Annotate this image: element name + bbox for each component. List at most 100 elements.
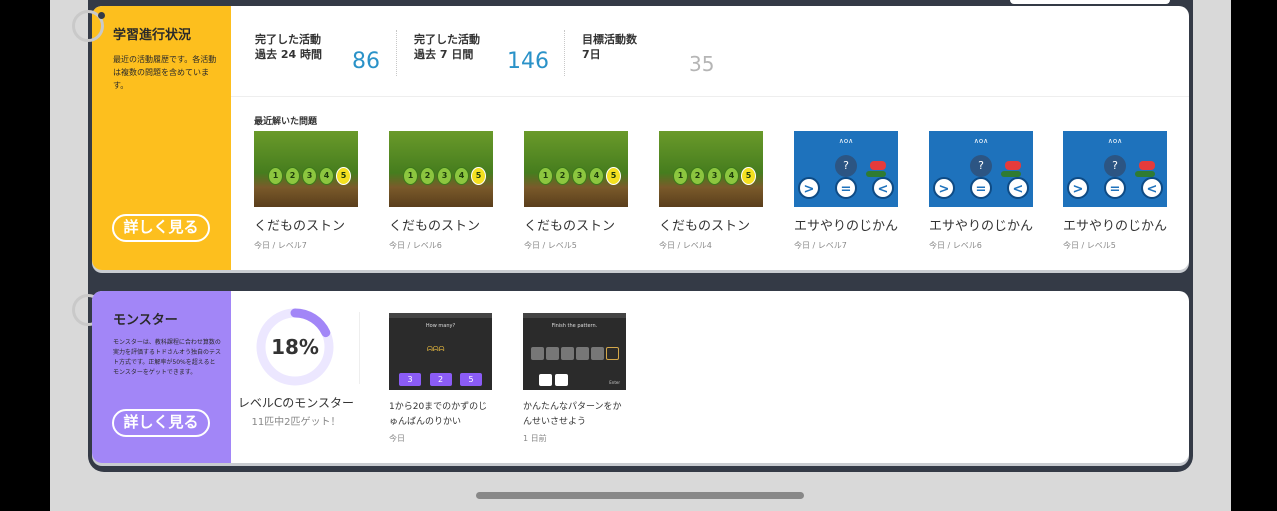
stat-value: 86 [352,49,380,74]
stone-icon: 4 [589,167,604,185]
activity-thumbnail: ∧o∧ ? > = < [929,131,1033,207]
seal-icon: ∧o∧ [838,137,854,145]
progress-more-button[interactable]: 詳しく見る [112,214,210,242]
stat-divider [564,30,565,76]
stone-icon: 3 [707,167,722,185]
progress-title: 学習進行状況 [113,28,192,43]
shape-options-icon [539,374,568,386]
monster-item-date: 1 日前 [523,434,547,443]
monster-progress-percent: 18% [271,335,319,359]
question-bubble: ? [835,155,857,177]
question-bubble: ? [970,155,992,177]
progress-description: 最近の活動履歴です。各活動は複数の問題を含めています。 [113,55,217,90]
recent-item[interactable]: 1 2 3 4 5 くだものストン 今日 / レベル4 [659,131,763,251]
stone-icon: 2 [285,167,300,185]
top-indicator [1010,0,1170,4]
recent-item[interactable]: ∧o∧ ? > = < エサやりのじかん 今日 / レベル5 [1063,131,1167,251]
recent-problems-label: 最近解いた問題 [254,117,318,127]
activity-meta: 今日 / レベル7 [254,241,307,250]
stat-label-line1: 完了した活動 [255,33,321,46]
activity-meta: 今日 / レベル4 [659,241,712,250]
stat-label-line1: 目標活動数 [582,33,637,46]
recent-item[interactable]: 1 2 3 4 5 くだものストン 今日 / レベル5 [524,131,628,251]
less-than-icon: < [1007,177,1029,199]
stone-icon: 1 [673,167,688,185]
stat-label-line2: 過去 7 日間 [414,48,474,61]
monster-item-title: 1から20までのかずのじゅんばんのりかい [389,402,488,427]
stone-icon: 4 [319,167,334,185]
activity-meta: 今日 / レベル6 [389,241,442,250]
stat-label-line2: 過去 24 時間 [255,48,322,61]
stone-icon: 5 [336,167,351,185]
monster-item[interactable]: How many? ᗣᗣᗣ 3 2 5 1から20までのかずのじゅんばんのりかい… [389,313,492,444]
stone-icon: 4 [454,167,469,185]
monster-item[interactable]: Finish the pattern. Enter かんたんなパターンをかんせい… [523,313,626,444]
seal-icon: ∧o∧ [1107,137,1123,145]
stone-icon: 2 [420,167,435,185]
greater-than-icon: > [798,177,820,199]
equals-icon: = [970,177,992,199]
stone-icon: 1 [268,167,283,185]
recent-item[interactable]: 1 2 3 4 5 くだものストン 今日 / レベル6 [389,131,493,251]
monster-thumbnail: Finish the pattern. Enter [523,313,626,390]
activity-name: エサやりのじかん [1063,219,1168,234]
monster-level-count: 11匹中2匹ゲット！ [251,417,341,428]
stone-icon: 2 [690,167,705,185]
activity-thumbnail: ∧o∧ ? > = < [794,131,898,207]
progress-sidebar: 学習進行状況 最近の活動履歴です。各活動は複数の問題を含めています。 詳しく見る [92,6,231,270]
monster-item-date: 今日 [389,434,405,443]
less-than-icon: < [872,177,894,199]
recent-item[interactable]: 1 2 3 4 5 くだものストン 今日 / レベル7 [254,131,358,251]
activity-meta: 今日 / レベル6 [929,241,982,250]
left-letterbox [0,0,50,511]
activity-thumbnail: 1 2 3 4 5 [659,131,763,207]
monster-thumbnail: How many? ᗣᗣᗣ 3 2 5 [389,313,492,390]
right-letterbox [1231,0,1277,511]
seal-icon: ∧o∧ [973,137,989,145]
monster-more-button[interactable]: 詳しく見る [112,409,210,437]
stat-value: 146 [507,49,549,74]
activity-thumbnail: 1 2 3 4 5 [389,131,493,207]
equals-icon: = [1104,177,1126,199]
activity-name: くだものストン [254,219,346,234]
fish-icon [1005,161,1021,170]
stone-icon: 3 [302,167,317,185]
monster-level-name: レベルCのモンスター [237,396,355,410]
stone-icon: 5 [606,167,621,185]
fish-icon [1139,161,1155,170]
home-indicator[interactable] [476,492,804,499]
answer-option: 3 [399,373,421,386]
question-bubble: ? [1104,155,1126,177]
monster-divider [359,312,360,384]
activity-meta: 今日 / レベル5 [524,241,577,250]
activity-thumbnail: ∧o∧ ? > = < [1063,131,1167,207]
answer-option: 5 [460,373,482,386]
stat-value: 35 [689,52,715,76]
monster-sidebar: モンスター モンスターは、教科課程に合わせ算数の実力を評価するトドさんオう独自の… [92,291,231,463]
stone-icon: 2 [555,167,570,185]
monster-item-title: かんたんなパターンをかんせいさせよう [523,402,622,427]
stone-icon: 4 [724,167,739,185]
screen-prompt: Finish the pattern. [551,323,598,329]
enter-key: Enter [609,380,620,385]
stat-divider [396,30,397,76]
activity-meta: 今日 / レベル7 [794,241,847,250]
activity-name: くだものストン [659,219,751,234]
monster-description: モンスターは、教科課程に合わせ算数の実力を評価するトドさんオう独自のテスト方式で… [113,339,222,376]
activity-name: エサやりのじかん [929,219,1034,234]
stone-icon: 3 [437,167,452,185]
stone-icon: 1 [403,167,418,185]
activity-name: エサやりのじかん [794,219,899,234]
equals-icon: = [835,177,857,199]
activity-thumbnail: 1 2 3 4 5 [524,131,628,207]
activity-meta: 今日 / レベル5 [1063,241,1116,250]
stat-label-line1: 完了した活動 [414,33,480,46]
section-divider [231,96,1189,97]
activity-name: くだものストン [389,219,481,234]
activity-thumbnail: 1 2 3 4 5 [254,131,358,207]
answer-option: 2 [429,373,452,386]
recent-item[interactable]: ∧o∧ ? > = < エサやりのじかん 今日 / レベル7 [794,131,898,251]
binder-hole-icon [98,12,105,19]
stone-icon: 1 [538,167,553,185]
recent-item[interactable]: ∧o∧ ? > = < エサやりのじかん 今日 / レベル6 [929,131,1033,251]
